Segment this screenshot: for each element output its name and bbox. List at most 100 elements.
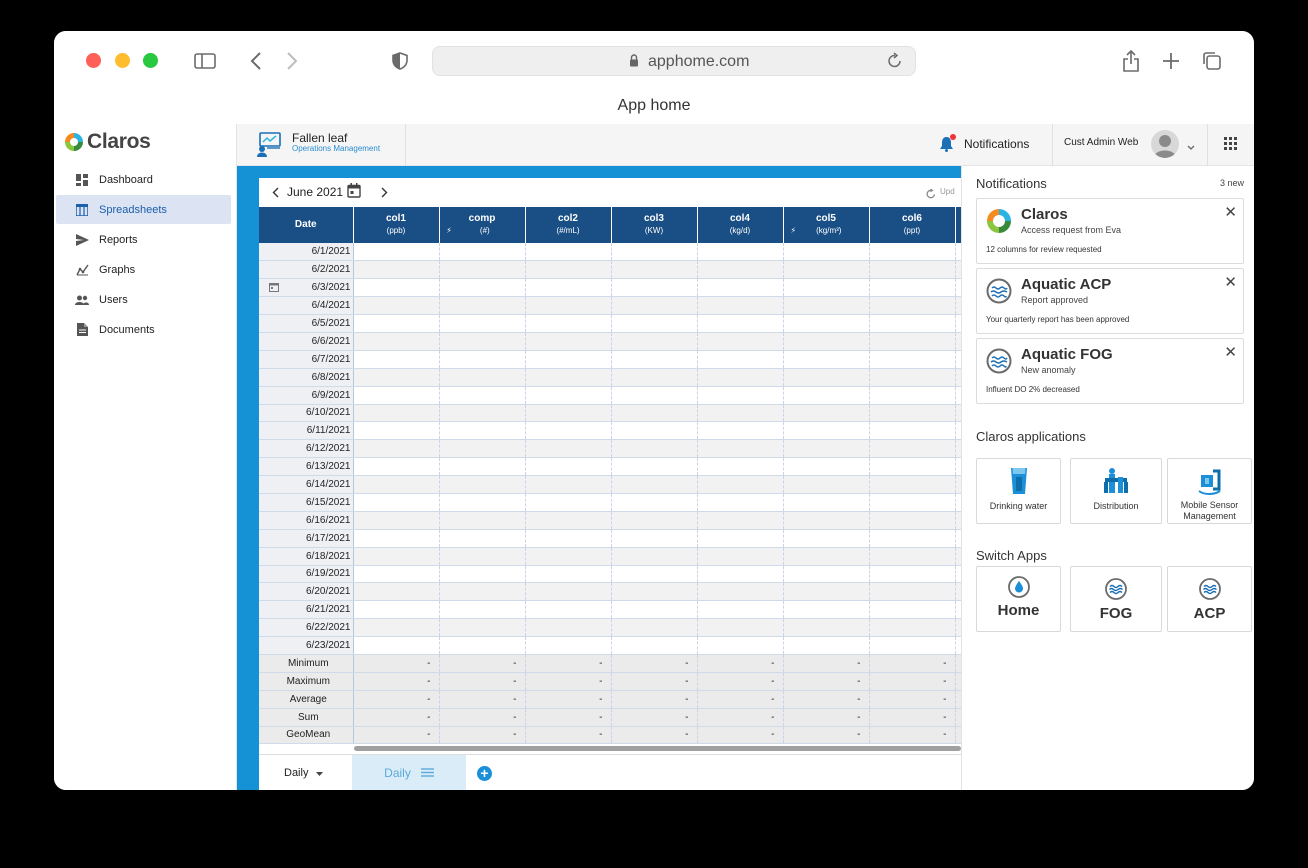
data-cell[interactable] xyxy=(611,260,698,280)
data-cell[interactable] xyxy=(611,350,698,369)
data-cell[interactable] xyxy=(611,421,698,441)
date-cell[interactable]: 6/19/2021 xyxy=(259,565,354,584)
period-dropdown[interactable]: Daily xyxy=(284,767,324,779)
data-cell[interactable] xyxy=(869,278,956,298)
data-cell[interactable] xyxy=(439,243,526,262)
notifications-button[interactable]: Notifications xyxy=(939,134,1029,153)
app-tile-distribution[interactable]: Distribution xyxy=(1070,458,1162,524)
site-name[interactable]: Fallen leaf xyxy=(292,131,347,145)
data-cell[interactable] xyxy=(353,439,440,459)
sidebar-item-documents[interactable]: Documents xyxy=(56,315,231,344)
data-cell[interactable] xyxy=(869,457,956,477)
data-cell[interactable] xyxy=(697,565,784,584)
date-cell[interactable]: 6/22/2021 xyxy=(259,618,354,638)
tabs-overview-icon[interactable] xyxy=(1200,49,1224,73)
date-cell[interactable]: 6/8/2021 xyxy=(259,368,354,387)
close-window-button[interactable] xyxy=(86,53,101,68)
app-tile-drinking-water[interactable]: Drinking water xyxy=(976,458,1061,524)
data-cell[interactable] xyxy=(783,439,870,459)
data-cell[interactable] xyxy=(783,475,870,494)
user-name[interactable]: Cust Admin Web xyxy=(1064,137,1138,148)
data-cell[interactable] xyxy=(611,636,698,655)
back-icon[interactable] xyxy=(244,49,268,73)
data-cell[interactable] xyxy=(783,368,870,387)
column-header[interactable]: comp ⚡︎ (#) xyxy=(439,207,526,243)
data-cell[interactable] xyxy=(525,582,612,602)
data-cell[interactable] xyxy=(439,475,526,494)
data-cell[interactable] xyxy=(525,493,612,512)
data-cell[interactable] xyxy=(353,565,440,584)
data-cell[interactable] xyxy=(611,565,698,584)
refresh-icon[interactable] xyxy=(926,186,936,204)
switch-app-fog[interactable]: FOG xyxy=(1070,566,1162,632)
data-cell[interactable] xyxy=(353,404,440,423)
data-cell[interactable] xyxy=(439,636,526,655)
sidebar-item-dashboard[interactable]: Dashboard xyxy=(56,165,231,194)
horizontal-scrollbar[interactable] xyxy=(354,746,961,751)
data-cell[interactable] xyxy=(439,600,526,620)
data-cell[interactable] xyxy=(611,582,698,602)
data-cell[interactable] xyxy=(353,332,440,351)
data-cell[interactable] xyxy=(869,582,956,602)
month-label[interactable]: June 2021 xyxy=(287,185,343,199)
data-cell[interactable] xyxy=(439,260,526,280)
data-cell[interactable] xyxy=(869,475,956,494)
date-cell[interactable]: 6/16/2021 xyxy=(259,511,354,530)
data-cell[interactable] xyxy=(525,368,612,387)
data-cell[interactable] xyxy=(611,618,698,638)
data-cell[interactable] xyxy=(697,475,784,494)
data-cell[interactable] xyxy=(697,457,784,477)
data-cell[interactable] xyxy=(439,314,526,333)
data-cell[interactable] xyxy=(611,296,698,316)
date-cell[interactable]: 6/15/2021 xyxy=(259,493,354,512)
data-cell[interactable] xyxy=(611,547,698,566)
date-cell[interactable]: 6/10/2021 xyxy=(259,404,354,423)
data-cell[interactable] xyxy=(611,457,698,477)
data-cell[interactable] xyxy=(783,600,870,620)
date-cell[interactable]: 6/12/2021 xyxy=(259,439,354,459)
data-cell[interactable] xyxy=(611,314,698,333)
data-cell[interactable] xyxy=(439,386,526,405)
data-cell[interactable] xyxy=(439,529,526,548)
data-cell[interactable] xyxy=(869,618,956,638)
data-cell[interactable] xyxy=(439,332,526,351)
data-cell[interactable] xyxy=(869,600,956,620)
column-header[interactable]: col1 (ppb) xyxy=(353,207,440,243)
data-cell[interactable] xyxy=(783,296,870,316)
data-cell[interactable] xyxy=(611,600,698,620)
data-cell[interactable] xyxy=(869,350,956,369)
apps-grid-icon[interactable] xyxy=(1224,137,1237,155)
data-cell[interactable] xyxy=(783,511,870,530)
data-cell[interactable] xyxy=(439,493,526,512)
sidebar-item-graphs[interactable]: Graphs xyxy=(56,255,231,284)
data-cell[interactable] xyxy=(783,332,870,351)
column-header-date[interactable]: Date xyxy=(259,207,354,243)
data-cell[interactable] xyxy=(869,296,956,316)
share-icon[interactable] xyxy=(1119,49,1143,73)
data-cell[interactable] xyxy=(525,260,612,280)
data-cell[interactable] xyxy=(697,332,784,351)
date-cell[interactable]: 6/21/2021 xyxy=(259,600,354,620)
new-tab-icon[interactable] xyxy=(1159,49,1183,73)
add-tab-button[interactable]: + xyxy=(477,766,492,781)
sidebar-toggle-icon[interactable] xyxy=(193,49,217,73)
data-cell[interactable] xyxy=(525,529,612,548)
data-cell[interactable] xyxy=(611,511,698,530)
data-cell[interactable] xyxy=(525,565,612,584)
data-cell[interactable] xyxy=(869,421,956,441)
date-cell[interactable]: 6/5/2021 xyxy=(259,314,354,333)
data-cell[interactable] xyxy=(611,404,698,423)
data-cell[interactable] xyxy=(439,278,526,298)
data-cell[interactable] xyxy=(697,260,784,280)
date-cell[interactable]: 6/11/2021 xyxy=(259,421,354,441)
data-cell[interactable] xyxy=(697,421,784,441)
column-header[interactable]: col5 ⚡︎ (kg/m³) xyxy=(783,207,870,243)
close-icon[interactable]: ✕ xyxy=(1224,343,1237,361)
data-cell[interactable] xyxy=(525,421,612,441)
data-cell[interactable] xyxy=(353,243,440,262)
data-cell[interactable] xyxy=(439,511,526,530)
data-cell[interactable] xyxy=(353,636,440,655)
date-cell[interactable]: 6/2/2021 xyxy=(259,260,354,280)
data-cell[interactable] xyxy=(439,565,526,584)
data-cell[interactable] xyxy=(353,386,440,405)
